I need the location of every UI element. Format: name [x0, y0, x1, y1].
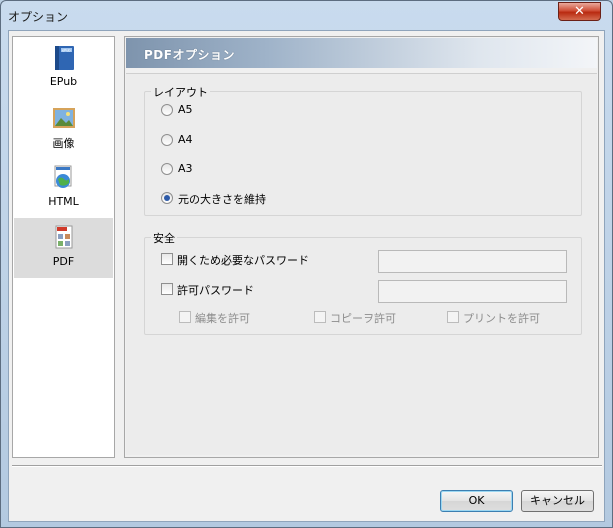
- cancel-button[interactable]: キャンセル: [521, 490, 594, 512]
- permission-password-checkbox-row[interactable]: 許可パスワード: [161, 281, 361, 297]
- footer-divider: [12, 465, 602, 467]
- allow-edit-checkbox[interactable]: [179, 311, 191, 323]
- sidebar-item-label: 画像: [52, 137, 75, 150]
- allow-copy-checkbox-row[interactable]: コピーヲ許可: [314, 309, 424, 325]
- open-password-checkbox-row[interactable]: 開くため必要なパスワード: [161, 251, 361, 267]
- radio-button-selected[interactable]: [161, 192, 173, 204]
- dialog-body: ePub EPub 画像 HTML PDF PDFオプション レイアウト A5 …: [8, 30, 605, 522]
- sidebar-item-label: HTML: [48, 195, 79, 208]
- open-password-label: 開くため必要なパスワード: [177, 254, 309, 267]
- allow-print-checkbox[interactable]: [447, 311, 459, 323]
- pdf-options-content: レイアウト A5 A4 A3 元の大きさを維持 安全 開くため必要なパスワード …: [126, 73, 597, 455]
- options-dialog: オプション ✕ ePub EPub 画像 HTML PDF PDFオプション レ…: [0, 0, 613, 528]
- sidebar: ePub EPub 画像 HTML PDF: [12, 36, 115, 458]
- close-button[interactable]: ✕: [558, 2, 601, 21]
- sidebar-item-epub[interactable]: ePub EPub: [14, 38, 113, 98]
- layout-group: レイアウト A5 A4 A3 元の大きさを維持: [144, 84, 582, 216]
- allow-copy-label: コピーヲ許可: [330, 312, 396, 325]
- permission-password-label: 許可パスワード: [177, 284, 254, 297]
- options-panel: PDFオプション レイアウト A5 A4 A3 元の大きさを維持 安全 開くため…: [124, 36, 599, 458]
- radio-label: A3: [178, 162, 193, 175]
- open-password-checkbox[interactable]: [161, 253, 173, 265]
- panel-title: PDFオプション: [144, 48, 235, 62]
- allow-edit-label: 編集を許可: [195, 312, 250, 325]
- security-group: 安全 開くため必要なパスワード 許可パスワード 編集を許可 コピーヲ許可 プリン…: [144, 230, 582, 335]
- sidebar-item-label: PDF: [52, 255, 75, 268]
- layout-group-label: レイアウト: [151, 84, 210, 100]
- image-icon: [53, 108, 75, 128]
- radio-button[interactable]: [161, 104, 173, 116]
- security-group-label: 安全: [151, 230, 177, 246]
- radio-label: A5: [178, 103, 193, 116]
- title-bar[interactable]: オプション ✕: [1, 1, 612, 29]
- radio-button[interactable]: [161, 163, 173, 175]
- sidebar-item-image[interactable]: 画像: [14, 98, 113, 158]
- radio-button[interactable]: [161, 134, 173, 146]
- window-title: オプション: [8, 10, 69, 24]
- permission-password-checkbox[interactable]: [161, 283, 173, 295]
- html-globe-icon: [54, 165, 72, 188]
- open-password-field[interactable]: [378, 250, 567, 273]
- sidebar-item-html[interactable]: HTML: [14, 158, 113, 218]
- radio-label: A4: [178, 133, 193, 146]
- allow-print-label: プリントを許可: [463, 312, 540, 325]
- sidebar-item-label: EPub: [49, 75, 78, 88]
- epub-book-icon: ePub: [55, 46, 74, 70]
- allow-edit-checkbox-row[interactable]: 編集を許可: [179, 309, 289, 325]
- ok-button[interactable]: OK: [440, 490, 513, 512]
- allow-print-checkbox-row[interactable]: プリントを許可: [447, 309, 567, 325]
- svg-text:ePub: ePub: [62, 49, 71, 53]
- sidebar-item-pdf[interactable]: PDF: [14, 218, 113, 278]
- panel-header: PDFオプション: [126, 38, 597, 68]
- permission-password-field[interactable]: [378, 280, 567, 303]
- pdf-document-icon: [55, 225, 73, 249]
- radio-label: 元の大きさを維持: [178, 193, 266, 206]
- allow-copy-checkbox[interactable]: [314, 311, 326, 323]
